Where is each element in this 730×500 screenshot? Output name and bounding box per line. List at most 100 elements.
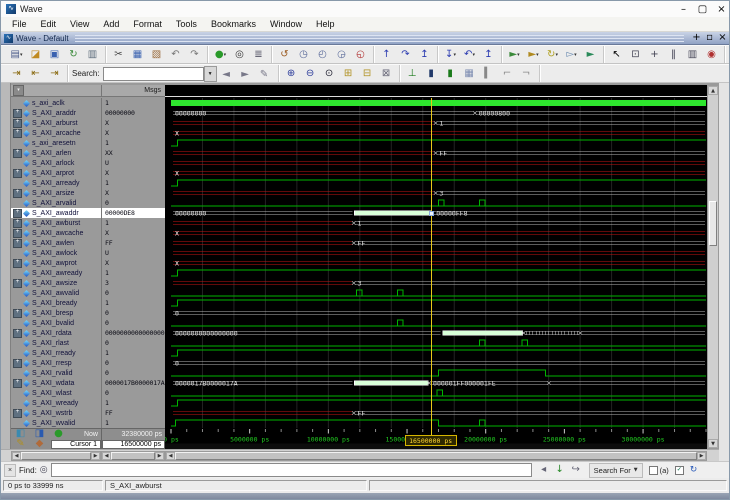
- find-next-icon[interactable]: ↓: [552, 463, 568, 478]
- add-selected-icon[interactable]: ↧ ▾: [441, 46, 460, 64]
- cursor1-value[interactable]: 16500000 ps: [102, 439, 165, 449]
- search-input[interactable]: [102, 66, 204, 81]
- signal-row[interactable]: +s_axi_aresetn: [11, 138, 101, 148]
- waveform-row[interactable]: 00000000 00000800: [165, 108, 707, 118]
- signal-row[interactable]: +S_AXI_rvalid: [11, 368, 101, 378]
- find-close-button[interactable]: ×: [4, 463, 16, 477]
- waveform-row[interactable]: [165, 198, 707, 208]
- expand-toggle-icon[interactable]: +: [13, 408, 22, 418]
- signal-row[interactable]: + S_AXI_awprot: [11, 258, 101, 268]
- waveform-row[interactable]: 0: [165, 358, 707, 368]
- cursor-time-label[interactable]: 16500000 ps: [404, 435, 457, 446]
- menu-help[interactable]: Help: [309, 19, 342, 29]
- signal-row[interactable]: +S_AXI_arlock: [11, 158, 101, 168]
- clock-grid-icon[interactable]: ◴: [313, 46, 332, 64]
- menu-window[interactable]: Window: [263, 19, 309, 29]
- waveform-row[interactable]: [165, 298, 707, 308]
- wave-vscrollbar[interactable]: ▲ ▼: [707, 85, 719, 449]
- values-header[interactable]: Msgs: [101, 85, 165, 97]
- signal-row[interactable]: + S_AXI_arlen: [11, 148, 101, 158]
- waveform-row[interactable]: X: [165, 168, 707, 178]
- waveform-row[interactable]: [165, 388, 707, 398]
- find-binoculars-icon[interactable]: ◎: [40, 465, 48, 475]
- find-input[interactable]: [50, 463, 532, 477]
- scroll-thumb[interactable]: [709, 201, 717, 246]
- redo-icon[interactable]: ↷: [185, 46, 204, 64]
- reload-signals-icon[interactable]: ↷: [396, 46, 415, 64]
- expand-toggle-icon[interactable]: +: [13, 308, 22, 318]
- signal-row[interactable]: +S_AXI_rlast: [11, 338, 101, 348]
- signal-row[interactable]: + S_AXI_arcache: [11, 128, 101, 138]
- signal-row[interactable]: +S_AXI_bready: [11, 298, 101, 308]
- expand-toggle-icon[interactable]: +: [13, 168, 22, 178]
- waveform-row[interactable]: 1: [165, 218, 707, 228]
- find-wrap-icon[interactable]: ↪: [568, 463, 584, 478]
- signal-row[interactable]: + S_AXI_bresp: [11, 308, 101, 318]
- waveform-row[interactable]: 0000000000000000: [165, 328, 707, 338]
- menu-bookmarks[interactable]: Bookmarks: [204, 19, 263, 29]
- expand-toggle-icon[interactable]: +: [13, 238, 22, 248]
- signal-row[interactable]: +S_AXI_bvalid: [11, 318, 101, 328]
- signal-row[interactable]: + S_AXI_awaddr: [11, 208, 101, 218]
- expand-toggle-icon[interactable]: +: [13, 358, 22, 368]
- zoom-in-active-icon[interactable]: ⊞: [339, 65, 358, 83]
- wave-hscrollbar[interactable]: ◀ ▶: [165, 451, 707, 461]
- menu-add[interactable]: Add: [96, 19, 126, 29]
- scroll-down-icon[interactable]: ▼: [708, 439, 718, 448]
- signal-row[interactable]: + S_AXI_awcache: [11, 228, 101, 238]
- menu-tools[interactable]: Tools: [169, 19, 204, 29]
- signal-row[interactable]: +S_AXI_rready: [11, 348, 101, 358]
- grid-light-icon[interactable]: ▦: [460, 65, 479, 83]
- waveform-row[interactable]: FF: [165, 148, 707, 158]
- waveform-row[interactable]: [165, 368, 707, 378]
- scroll-right-icon[interactable]: ▶: [91, 452, 100, 460]
- run-next-icon[interactable]: ▻ ▾: [562, 46, 581, 64]
- reload-icon[interactable]: ↻: [64, 46, 83, 64]
- menu-file[interactable]: File: [5, 19, 34, 29]
- move-top-icon[interactable]: ↥: [415, 46, 434, 64]
- show-drivers-icon[interactable]: ≣: [249, 46, 268, 64]
- restart-icon[interactable]: ↺: [275, 46, 294, 64]
- scroll-right-icon[interactable]: ▶: [697, 452, 706, 460]
- expand-toggle-icon[interactable]: +: [13, 328, 22, 338]
- grid-green-icon[interactable]: ▮: [441, 65, 460, 83]
- signal-row[interactable]: + S_AXI_wdata: [11, 378, 101, 388]
- waveform-row[interactable]: X: [165, 228, 707, 238]
- match-case-checkbox[interactable]: [648, 465, 658, 475]
- cut-icon[interactable]: ✂: [109, 46, 128, 64]
- names-hscrollbar[interactable]: ◀ ▶: [11, 451, 101, 461]
- search-for-dropdown[interactable]: Search For ▼: [588, 462, 643, 478]
- run-simulation-icon[interactable]: ● ▾: [211, 46, 230, 64]
- zoom-range-icon[interactable]: ⊠: [377, 65, 396, 83]
- waveform-row[interactable]: [165, 348, 707, 358]
- dock-plus-icon[interactable]: +: [690, 32, 703, 45]
- wrap-search-checkbox[interactable]: ✓: [674, 465, 684, 475]
- signal-row[interactable]: +S_AXI_arready: [11, 178, 101, 188]
- find-binoculars-icon[interactable]: ◎: [230, 46, 249, 64]
- waveform-row[interactable]: 3: [165, 278, 707, 288]
- float-pane-icon[interactable]: ▫: [703, 32, 716, 45]
- signal-row[interactable]: + S_AXI_awsize: [11, 278, 101, 288]
- scroll-left-icon[interactable]: ◀: [12, 452, 21, 460]
- signal-row[interactable]: + S_AXI_rdata: [11, 328, 101, 338]
- run-over-icon[interactable]: ► ▾: [524, 46, 543, 64]
- waveform-row[interactable]: 3: [165, 188, 707, 198]
- expanded-time-insert-icon[interactable]: ⇥: [7, 65, 26, 83]
- waveform-row[interactable]: [165, 338, 707, 348]
- expand-toggle-icon[interactable]: +: [13, 208, 22, 218]
- waveform-row[interactable]: [165, 418, 707, 428]
- scroll-left-icon[interactable]: ◀: [166, 452, 175, 460]
- signal-row[interactable]: +S_AXI_arvalid: [11, 198, 101, 208]
- find-prev-icon[interactable]: ◂: [536, 463, 552, 478]
- waveform-row[interactable]: [165, 398, 707, 408]
- zoom-mode-icon[interactable]: ⊡: [626, 46, 645, 64]
- clock-find-icon[interactable]: ◶: [332, 46, 351, 64]
- zoom-full-icon[interactable]: ⊙: [320, 65, 339, 83]
- open-folder-icon[interactable]: ◪: [26, 46, 45, 64]
- cursor1-label[interactable]: Cursor 1: [51, 439, 101, 449]
- paste-icon[interactable]: ▧: [147, 46, 166, 64]
- signal-row[interactable]: + S_AXI_wstrb: [11, 408, 101, 418]
- expanded-time-next-icon[interactable]: ⇥: [45, 65, 64, 83]
- clock-delete-icon[interactable]: ◵: [351, 46, 370, 64]
- waveform-row[interactable]: [165, 158, 707, 168]
